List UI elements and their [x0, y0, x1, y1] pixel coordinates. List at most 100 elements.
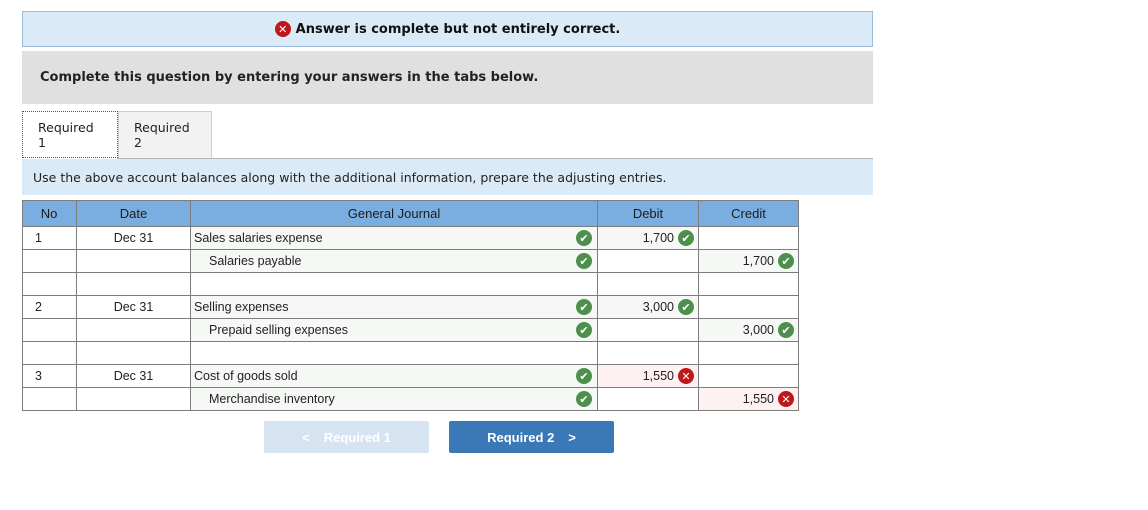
account-cell[interactable]: Merchandise inventory ✔	[190, 387, 598, 411]
prev-required-1-button[interactable]: < Required 1	[264, 421, 429, 453]
instructions-panel: Complete this question by entering your …	[22, 51, 873, 104]
tab-required-1[interactable]: Required 1	[22, 111, 118, 158]
debit-cell[interactable]	[597, 272, 699, 296]
incorrect-x-icon: ✕	[778, 391, 794, 407]
chevron-left-icon: <	[302, 429, 310, 445]
debit-cell[interactable]	[597, 249, 699, 273]
credit-cell[interactable]	[698, 272, 799, 296]
debit-cell[interactable]	[597, 341, 699, 365]
date-cell[interactable]: Dec 31	[76, 226, 191, 250]
correct-check-icon: ✔	[576, 391, 592, 407]
credit-cell[interactable]	[698, 364, 799, 388]
date-cell[interactable]	[76, 341, 191, 365]
table-header-row: No Date General Journal Debit Credit	[22, 200, 799, 227]
account-name: Merchandise inventory	[209, 392, 335, 406]
tab-required-2[interactable]: Required 2	[118, 111, 212, 158]
account-cell[interactable]: Sales salaries expense ✔	[190, 226, 598, 250]
credit-cell[interactable]	[698, 341, 799, 365]
journal-row: 2 Dec 31 Selling expenses ✔ 3,000 ✔	[22, 295, 799, 319]
prev-button-label: Required 1	[323, 429, 391, 445]
debit-input[interactable]	[598, 273, 698, 295]
header-credit: Credit	[698, 200, 799, 227]
credit-cell[interactable]: 1,700 ✔	[698, 249, 799, 273]
credit-cell[interactable]	[698, 226, 799, 250]
answer-status-message: Answer is complete but not entirely corr…	[295, 21, 621, 37]
debit-cell[interactable]: 1,700 ✔	[597, 226, 699, 250]
account-cell[interactable]	[190, 341, 598, 365]
credit-input[interactable]: 1,700 ✔	[699, 250, 798, 272]
debit-cell[interactable]	[597, 387, 699, 411]
credit-input[interactable]	[699, 296, 798, 318]
credit-cell[interactable]	[698, 295, 799, 319]
entry-number-cell	[22, 249, 77, 273]
debit-input[interactable]: 1,700 ✔	[598, 227, 698, 249]
directions-text: Use the above account balances along wit…	[33, 169, 667, 185]
account-select[interactable]: Cost of goods sold ✔	[191, 365, 597, 387]
debit-input[interactable]	[598, 388, 698, 410]
date-cell[interactable]	[76, 318, 191, 342]
credit-input[interactable]: 1,550 ✕	[699, 388, 798, 410]
account-select[interactable]: Salaries payable ✔	[191, 250, 597, 272]
account-select[interactable]: Sales salaries expense ✔	[191, 227, 597, 249]
account-cell[interactable]: Salaries payable ✔	[190, 249, 598, 273]
account-select[interactable]	[191, 342, 597, 364]
journal-row: 1 Dec 31 Sales salaries expense ✔ 1,700 ✔	[22, 226, 799, 250]
debit-cell[interactable]: 3,000 ✔	[597, 295, 699, 319]
journal-row	[22, 341, 799, 365]
date-cell[interactable]	[76, 249, 191, 273]
entry-number-cell: 2	[22, 295, 77, 319]
account-select[interactable]: Prepaid selling expenses ✔	[191, 319, 597, 341]
credit-input[interactable]	[699, 227, 798, 249]
header-date: Date	[76, 200, 191, 227]
date-cell[interactable]: Dec 31	[76, 295, 191, 319]
entry-number-cell: 1	[22, 226, 77, 250]
account-name: Selling expenses	[194, 300, 289, 314]
account-cell[interactable]	[190, 272, 598, 296]
credit-input[interactable]	[699, 273, 798, 295]
account-name: Cost of goods sold	[194, 369, 298, 383]
debit-input[interactable]	[598, 342, 698, 364]
account-name: Prepaid selling expenses	[209, 323, 348, 337]
debit-amount: 1,700	[642, 231, 674, 245]
date-cell[interactable]	[76, 387, 191, 411]
account-name: Salaries payable	[209, 254, 302, 268]
correct-check-icon: ✔	[778, 322, 794, 338]
next-button-label: Required 2	[487, 429, 555, 445]
date-cell[interactable]	[76, 272, 191, 296]
account-select[interactable]: Merchandise inventory ✔	[191, 388, 597, 410]
debit-cell[interactable]: 1,550 ✕	[597, 364, 699, 388]
credit-amount: 1,550	[742, 392, 774, 406]
directions-panel: Use the above account balances along wit…	[22, 159, 873, 195]
debit-input[interactable]	[598, 250, 698, 272]
credit-input[interactable]	[699, 365, 798, 387]
journal-row	[22, 272, 799, 296]
debit-amount: 3,000	[642, 300, 674, 314]
error-x-icon: ✕	[274, 21, 291, 37]
header-debit: Debit	[597, 200, 699, 227]
general-journal-table: No Date General Journal Debit Credit 1 De…	[22, 200, 799, 411]
account-cell[interactable]: Prepaid selling expenses ✔	[190, 318, 598, 342]
credit-input[interactable]	[699, 342, 798, 364]
header-no: No	[22, 200, 77, 227]
next-required-2-button[interactable]: Required 2 >	[449, 421, 614, 453]
account-select[interactable]	[191, 273, 597, 295]
journal-row: Prepaid selling expenses ✔ 3,000 ✔	[22, 318, 799, 342]
credit-cell[interactable]: 3,000 ✔	[698, 318, 799, 342]
debit-input[interactable]: 1,550 ✕	[598, 365, 698, 387]
correct-check-icon: ✔	[778, 253, 794, 269]
entry-number-cell	[22, 318, 77, 342]
credit-cell[interactable]: 1,550 ✕	[698, 387, 799, 411]
debit-input[interactable]: 3,000 ✔	[598, 296, 698, 318]
entry-number-cell	[22, 341, 77, 365]
credit-input[interactable]: 3,000 ✔	[699, 319, 798, 341]
entry-number-cell	[22, 272, 77, 296]
account-select[interactable]: Selling expenses ✔	[191, 296, 597, 318]
debit-input[interactable]	[598, 319, 698, 341]
incorrect-x-icon: ✕	[678, 368, 694, 384]
chevron-right-icon: >	[568, 429, 576, 445]
date-cell[interactable]: Dec 31	[76, 364, 191, 388]
account-cell[interactable]: Selling expenses ✔	[190, 295, 598, 319]
debit-cell[interactable]	[597, 318, 699, 342]
correct-check-icon: ✔	[678, 230, 694, 246]
account-cell[interactable]: Cost of goods sold ✔	[190, 364, 598, 388]
